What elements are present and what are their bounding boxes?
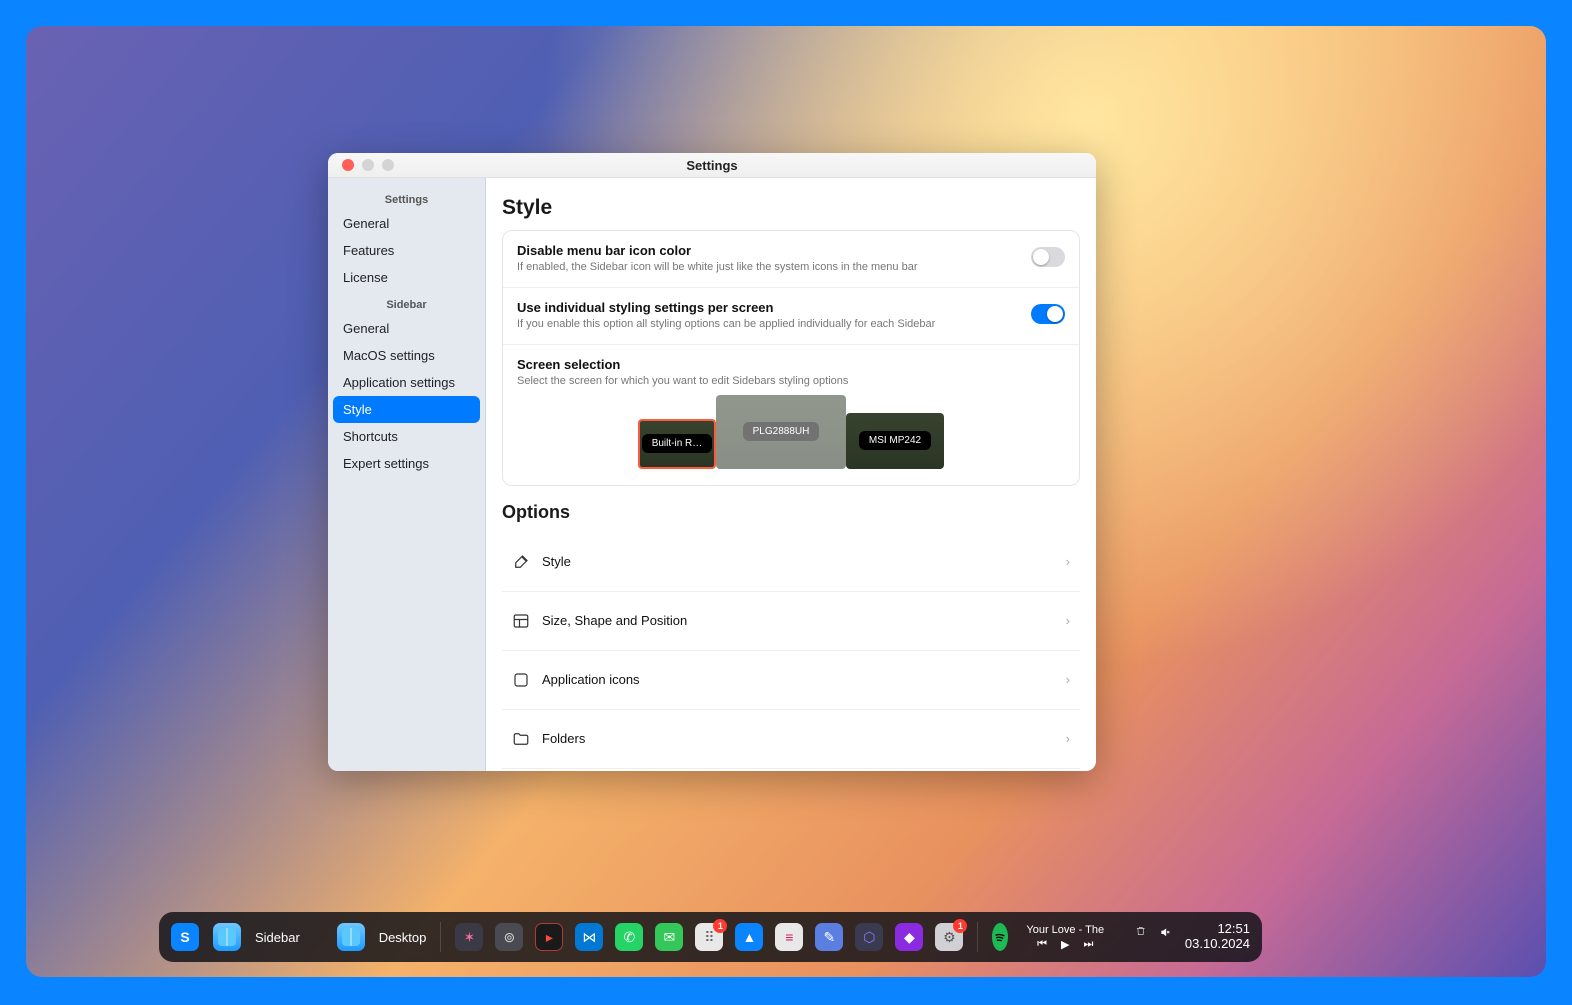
screen-label: MSI MP242: [859, 431, 931, 450]
sidebar-section-header-settings: Settings: [333, 186, 480, 210]
row-desc: Select the screen for which you want to …: [517, 374, 1065, 389]
dock-separator: [977, 922, 978, 952]
square-icon: [512, 671, 530, 689]
row-title: Disable menu bar icon color: [517, 243, 1019, 258]
brush-icon: [512, 553, 530, 571]
sidebar: Settings General Features License Sideba…: [328, 178, 486, 771]
options-list: Style › Size, Shape and Position › Appli…: [502, 533, 1080, 771]
sidebar-section-header-sidebar: Sidebar: [333, 291, 480, 315]
page-heading-options: Options: [502, 502, 1080, 523]
screen-option-plg2888uh[interactable]: PLG2888UH: [716, 395, 846, 469]
screen-selection-group: Built-in R… PLG2888UH MSI MP242: [517, 389, 1065, 485]
sidebar-item-macos-settings[interactable]: MacOS settings: [333, 342, 480, 369]
layout-icon: [512, 612, 530, 630]
spotify-icon[interactable]: [992, 923, 1008, 951]
media-play-button[interactable]: ▶: [1061, 938, 1069, 951]
sidebar-dock: S Sidebar Desktop ✶ ⊚ ▸ ⋈ ✆ ✉ ⠿1 ▲ ≡ ✎ ⬡ ◆ ⚙1 Your L…: [159, 912, 1262, 962]
row-desc: If enabled, the Sidebar icon will be whi…: [517, 260, 1019, 275]
dock-app-3[interactable]: ⋈: [575, 923, 603, 951]
window-title: Settings: [328, 158, 1096, 173]
dock-app-4[interactable]: ✆: [615, 923, 643, 951]
row-disable-menu-bar-icon-color: Disable menu bar icon color If enabled, …: [503, 231, 1079, 287]
settings-window: Settings Settings General Features Licen…: [328, 153, 1096, 771]
toggle-individual-styling-per-screen[interactable]: [1031, 304, 1065, 324]
sidebar-item-shortcuts[interactable]: Shortcuts: [333, 423, 480, 450]
media-widget: Your Love - The ⏮ ▶ ⏭: [1026, 924, 1104, 951]
dock-separator: [440, 922, 441, 952]
screen-label: Built-in R…: [642, 434, 713, 453]
folder-icon: [512, 730, 530, 748]
dock-app-8[interactable]: ≡: [775, 923, 803, 951]
chevron-right-icon: ›: [1066, 672, 1070, 687]
option-label: Style: [542, 554, 571, 569]
desktop-wallpaper: Settings Settings General Features Licen…: [26, 26, 1546, 977]
active-window-label[interactable]: Sidebar: [255, 930, 300, 945]
row-screen-selection: Screen selection Select the screen for w…: [503, 344, 1079, 485]
dock-app-6[interactable]: ⠿1: [695, 923, 723, 951]
dock-app-5[interactable]: ✉: [655, 923, 683, 951]
screen-option-builtin[interactable]: Built-in R…: [638, 419, 716, 469]
chevron-right-icon: ›: [1066, 613, 1070, 628]
dock-apps: ✶ ⊚ ▸ ⋈ ✆ ✉ ⠿1 ▲ ≡ ✎ ⬡ ◆ ⚙1: [455, 923, 963, 951]
finder-icon[interactable]: [213, 923, 241, 951]
clock-date: 03.10.2024: [1185, 937, 1250, 952]
style-settings-card: Disable menu bar icon color If enabled, …: [502, 230, 1080, 486]
chevron-right-icon: ›: [1066, 554, 1070, 569]
media-previous-button[interactable]: ⏮: [1037, 938, 1047, 951]
dock-app-2[interactable]: ▸: [535, 923, 563, 951]
screen-label: PLG2888UH: [743, 422, 820, 441]
content-area: Style Disable menu bar icon color If ena…: [486, 178, 1096, 771]
option-style[interactable]: Style ›: [502, 533, 1080, 591]
trash-icon[interactable]: [1135, 924, 1147, 950]
sidebar-item-license[interactable]: License: [333, 264, 480, 291]
media-track-title: Your Love - The: [1026, 924, 1104, 936]
dock-app-7[interactable]: ▲: [735, 923, 763, 951]
sidebar-app-icon[interactable]: S: [171, 923, 199, 951]
option-additional-elements[interactable]: Additional elements ›: [502, 768, 1080, 771]
dock-app-12[interactable]: ⚙1: [935, 923, 963, 951]
sidebar-item-general-settings[interactable]: General: [333, 210, 480, 237]
row-desc: If you enable this option all styling op…: [517, 317, 1019, 332]
notification-badge: 1: [713, 919, 727, 933]
option-label: Application icons: [542, 672, 640, 687]
finder-dock-icon[interactable]: [337, 923, 365, 951]
window-titlebar: Settings: [328, 153, 1096, 178]
sidebar-item-features[interactable]: Features: [333, 237, 480, 264]
sidebar-item-general-sidebar[interactable]: General: [333, 315, 480, 342]
screen-option-msi-mp242[interactable]: MSI MP242: [846, 413, 944, 469]
option-folders[interactable]: Folders ›: [502, 709, 1080, 768]
chevron-right-icon: ›: [1066, 731, 1070, 746]
dock-app-11[interactable]: ◆: [895, 923, 923, 951]
dock-app-9[interactable]: ✎: [815, 923, 843, 951]
dock-app-1[interactable]: ⊚: [495, 923, 523, 951]
page-heading-style: Style: [502, 196, 1080, 220]
option-label: Folders: [542, 731, 585, 746]
toggle-disable-menu-bar-icon-color[interactable]: [1031, 247, 1065, 267]
dock-app-10[interactable]: ⬡: [855, 923, 883, 951]
option-label: Size, Shape and Position: [542, 613, 687, 628]
sidebar-item-application-settings[interactable]: Application settings: [333, 369, 480, 396]
active-window-label-2[interactable]: Desktop: [379, 930, 427, 945]
row-individual-styling-per-screen: Use individual styling settings per scre…: [503, 287, 1079, 344]
row-title: Use individual styling settings per scre…: [517, 300, 1019, 315]
media-next-button[interactable]: ⏭: [1083, 938, 1093, 951]
clock-widget[interactable]: 12:51 03.10.2024: [1185, 922, 1250, 952]
sidebar-item-style[interactable]: Style: [333, 396, 480, 423]
option-application-icons[interactable]: Application icons ›: [502, 650, 1080, 709]
clock-time: 12:51: [1217, 922, 1250, 937]
volume-mute-icon[interactable]: [1160, 925, 1171, 949]
dock-app-0[interactable]: ✶: [455, 923, 483, 951]
notification-badge: 1: [953, 919, 967, 933]
option-size-shape-position[interactable]: Size, Shape and Position ›: [502, 591, 1080, 650]
sidebar-item-expert-settings[interactable]: Expert settings: [333, 450, 480, 477]
row-title: Screen selection: [517, 357, 1065, 372]
